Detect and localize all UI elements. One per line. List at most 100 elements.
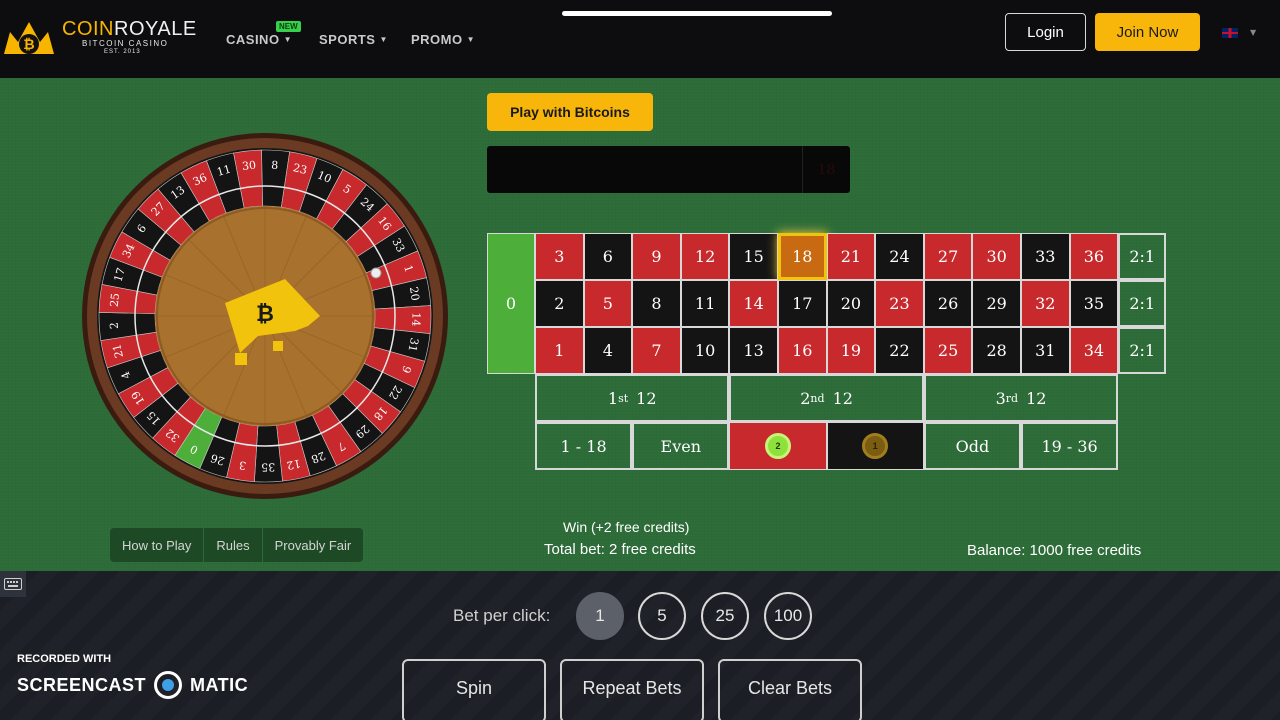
wheel-number-label: 35: [261, 460, 275, 473]
bet-number-22[interactable]: 22: [875, 327, 924, 374]
watermark-brand-2: MATIC: [190, 674, 249, 695]
wheel-number-label: 2: [108, 322, 121, 330]
bet-number-13[interactable]: 13: [729, 327, 778, 374]
bet-number-15[interactable]: 15: [729, 233, 778, 280]
nav-casino[interactable]: CASINO ▼: [226, 32, 292, 47]
bet-option-5[interactable]: 5: [638, 592, 686, 640]
bet-even[interactable]: Even: [632, 422, 730, 470]
bet-1-18[interactable]: 1 - 18: [535, 422, 633, 470]
bet-number-4[interactable]: 4: [583, 327, 633, 374]
bet-dozen-2[interactable]: 2nd 12: [729, 374, 924, 422]
nav-casino-label: CASINO: [226, 32, 280, 47]
bet-number-30[interactable]: 30: [972, 233, 1021, 280]
wheel-bitcoin-icon: ₿: [256, 302, 274, 327]
bet-number-18[interactable]: 18: [778, 233, 827, 280]
site-header: ₿ COINROYALE BITCOIN CASINO EST. 2013 CA…: [0, 0, 1280, 78]
bet-number-8[interactable]: 8: [632, 280, 681, 327]
wheel-number-label: 8: [271, 159, 279, 172]
bet-zero[interactable]: 0: [487, 233, 535, 374]
bet-option-1[interactable]: 1: [576, 592, 624, 640]
bet-number-5[interactable]: 5: [583, 280, 633, 327]
last-result: 18: [802, 146, 850, 193]
bet-number-11[interactable]: 11: [680, 280, 730, 327]
bet-number-17[interactable]: 17: [778, 280, 827, 327]
bet-number-32[interactable]: 32: [1021, 280, 1070, 327]
bet-red[interactable]: 2: [729, 422, 827, 470]
bet-black[interactable]: 1: [826, 422, 924, 470]
bet-number-20[interactable]: 20: [826, 280, 876, 327]
dozen-label: 12: [636, 388, 657, 408]
dozen-suffix: rd: [1005, 391, 1019, 405]
bet-option-25[interactable]: 25: [701, 592, 749, 640]
bet-number-23[interactable]: 23: [875, 280, 924, 327]
dozen-label: 12: [1026, 388, 1047, 408]
dozen-number: 3: [995, 388, 1006, 408]
bet-dozen-1[interactable]: 1st 12: [535, 374, 730, 422]
bet-number-7[interactable]: 7: [632, 327, 681, 374]
bet-number-27[interactable]: 27: [923, 233, 973, 280]
bet-column-1[interactable]: 2:1: [1118, 327, 1167, 374]
chevron-down-icon: ▼: [283, 35, 292, 44]
nav-sports[interactable]: SPORTS ▼: [319, 32, 388, 47]
bet-number-29[interactable]: 29: [972, 280, 1021, 327]
bet-number-19[interactable]: 19: [826, 327, 876, 374]
bet-number-14[interactable]: 14: [729, 280, 778, 327]
balance-status: Balance: 1000 free credits: [967, 542, 1142, 559]
join-now-button[interactable]: Join Now: [1095, 13, 1200, 51]
bet-column-3[interactable]: 2:1: [1118, 233, 1167, 280]
bet-number-16[interactable]: 16: [778, 327, 827, 374]
bet-number-21[interactable]: 21: [826, 233, 876, 280]
nav-promo-label: PROMO: [411, 32, 463, 47]
bet-column-2[interactable]: 2:1: [1118, 280, 1167, 327]
bet-number-9[interactable]: 9: [632, 233, 681, 280]
bet-19-36[interactable]: 19 - 36: [1021, 422, 1119, 470]
svg-text:₿: ₿: [23, 37, 34, 53]
page: ₿ COINROYALE BITCOIN CASINO EST. 2013 CA…: [0, 0, 1280, 720]
dozen-label: 12: [832, 388, 853, 408]
spin-button[interactable]: Spin: [402, 659, 546, 720]
info-tabs: How to Play Rules Provably Fair: [110, 528, 364, 562]
bet-number-34[interactable]: 34: [1069, 327, 1119, 374]
tab-rules[interactable]: Rules: [204, 528, 263, 562]
bet-number-3[interactable]: 3: [535, 233, 584, 280]
bet-chip-black[interactable]: 1: [862, 433, 889, 459]
keyboard-icon[interactable]: [0, 571, 26, 597]
results-history-bar: 18: [487, 146, 850, 193]
bet-number-26[interactable]: 26: [923, 280, 973, 327]
tab-how-to-play[interactable]: How to Play: [110, 528, 205, 562]
bet-option-100[interactable]: 100: [764, 592, 812, 640]
bet-number-31[interactable]: 31: [1021, 327, 1070, 374]
language-chevron-down-icon[interactable]: ▼: [1250, 28, 1256, 37]
repeat-bets-button[interactable]: Repeat Bets: [560, 659, 704, 720]
bet-number-35[interactable]: 35: [1069, 280, 1119, 327]
bet-number-36[interactable]: 36: [1069, 233, 1119, 280]
bet-number-2[interactable]: 2: [535, 280, 584, 327]
bet-number-12[interactable]: 12: [680, 233, 730, 280]
bet-dozen-3[interactable]: 3rd 12: [923, 374, 1119, 422]
wheel-decor-square: [273, 341, 283, 351]
wheel-number-label: 14: [409, 312, 422, 326]
tab-provably-fair[interactable]: Provably Fair: [263, 528, 364, 562]
logo-brand-part-1: COIN: [62, 18, 114, 40]
wheel-number-label: 20: [407, 286, 422, 302]
bet-number-6[interactable]: 6: [583, 233, 633, 280]
win-status: Win (+2 free credits): [563, 519, 690, 535]
bet-number-28[interactable]: 28: [972, 327, 1021, 374]
bet-number-1[interactable]: 1: [535, 327, 584, 374]
wheel-number-label: 30: [241, 159, 256, 173]
login-button[interactable]: Login: [1005, 13, 1086, 51]
bet-number-24[interactable]: 24: [875, 233, 924, 280]
logo-established: EST. 2013: [104, 49, 141, 55]
play-with-bitcoins-button[interactable]: Play with Bitcoins: [487, 93, 653, 131]
bet-chip-red[interactable]: 2: [764, 433, 791, 459]
bet-odd[interactable]: Odd: [923, 422, 1021, 470]
nav-promo[interactable]: PROMO ▼: [411, 32, 475, 47]
bet-number-25[interactable]: 25: [923, 327, 973, 374]
clear-bets-button[interactable]: Clear Bets: [718, 659, 862, 720]
wheel-ball: [370, 267, 382, 279]
dozen-suffix: st: [618, 391, 629, 405]
bet-number-10[interactable]: 10: [680, 327, 730, 374]
coinroyale-logo[interactable]: ₿ COINROYALE BITCOIN CASINO EST. 2013: [0, 12, 200, 60]
bet-number-33[interactable]: 33: [1021, 233, 1070, 280]
uk-flag-icon[interactable]: [1222, 28, 1238, 38]
